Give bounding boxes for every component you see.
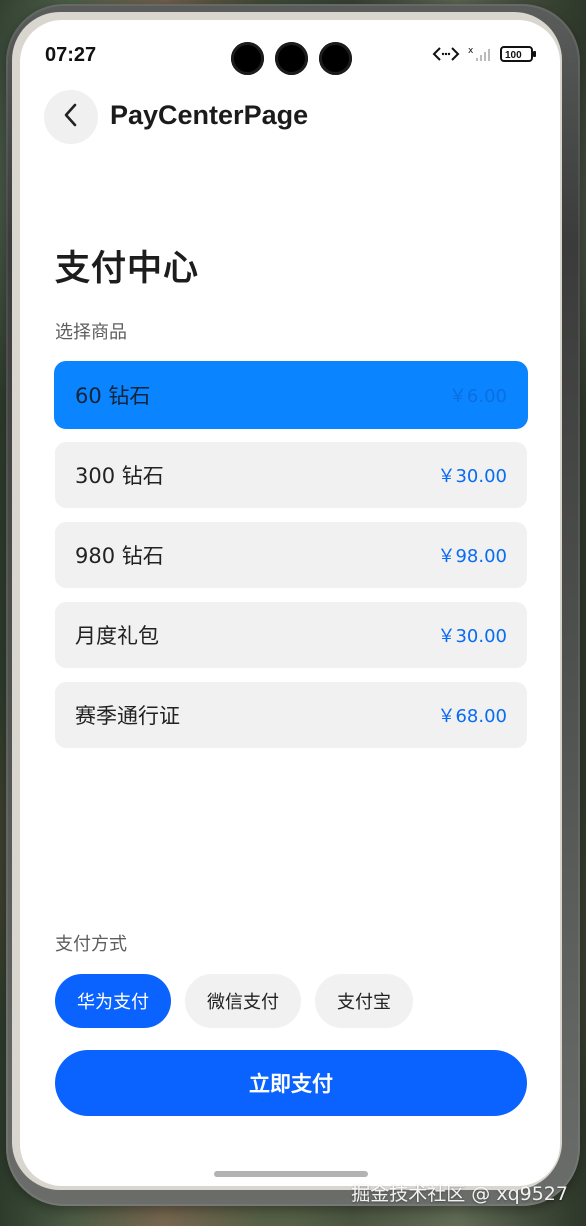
products-label: 选择商品 xyxy=(55,322,127,343)
product-name: 赛季通行证 xyxy=(75,704,180,728)
product-name: 300 钻石 xyxy=(75,464,164,488)
battery-level: 100 xyxy=(505,50,522,61)
product-item[interactable]: 月度礼包 ￥30.00 xyxy=(55,602,527,668)
payment-method-huawei[interactable]: 华为支付 xyxy=(55,974,171,1028)
product-price: ￥98.00 xyxy=(437,546,507,567)
battery-icon: 100 xyxy=(500,45,538,63)
watermark-text: 掘金技术社区 @ xq9527 xyxy=(351,1183,568,1205)
svg-text:x: x xyxy=(468,46,474,56)
product-price: ￥30.00 xyxy=(437,626,507,647)
status-icons: x 100 xyxy=(432,45,538,63)
home-indicator xyxy=(214,1171,368,1177)
camera-cluster xyxy=(231,42,352,75)
code-icon xyxy=(432,46,460,62)
payment-method-wechat[interactable]: 微信支付 xyxy=(185,974,301,1028)
back-button[interactable] xyxy=(44,90,98,144)
chevron-left-icon xyxy=(62,102,80,132)
camera-dot xyxy=(231,42,264,75)
page-title: PayCenterPage xyxy=(110,100,309,130)
product-price: ￥6.00 xyxy=(448,386,507,407)
product-list: 60 钻石 ￥6.00 300 钻石 ￥30.00 980 钻石 ￥98.00 … xyxy=(55,362,527,748)
product-price: ￥68.00 xyxy=(437,706,507,727)
product-item[interactable]: 赛季通行证 ￥68.00 xyxy=(55,682,527,748)
status-bar: 07:27 x 100 xyxy=(20,20,560,90)
status-time: 07:27 xyxy=(45,44,97,66)
product-price: ￥30.00 xyxy=(437,466,507,487)
camera-dot xyxy=(275,42,308,75)
camera-dot xyxy=(319,42,352,75)
app-header: PayCenterPage xyxy=(44,90,534,146)
product-item[interactable]: 60 钻石 ￥6.00 xyxy=(55,362,527,428)
product-name: 月度礼包 xyxy=(75,624,159,648)
app-screen: 07:27 x 100 PayCenterPage 支付中心 选择商品 60 钻… xyxy=(20,20,560,1186)
product-name: 980 钻石 xyxy=(75,544,164,568)
signal-icon: x xyxy=(468,45,492,63)
product-item[interactable]: 980 钻石 ￥98.00 xyxy=(55,522,527,588)
pay-now-button[interactable]: 立即支付 xyxy=(55,1050,527,1116)
product-name: 60 钻石 xyxy=(75,384,151,408)
main-title: 支付中心 xyxy=(55,249,200,289)
payment-label: 支付方式 xyxy=(55,934,127,955)
product-item[interactable]: 300 钻石 ￥30.00 xyxy=(55,442,527,508)
payment-methods: 华为支付 微信支付 支付宝 xyxy=(55,974,413,1028)
payment-method-alipay[interactable]: 支付宝 xyxy=(315,974,413,1028)
